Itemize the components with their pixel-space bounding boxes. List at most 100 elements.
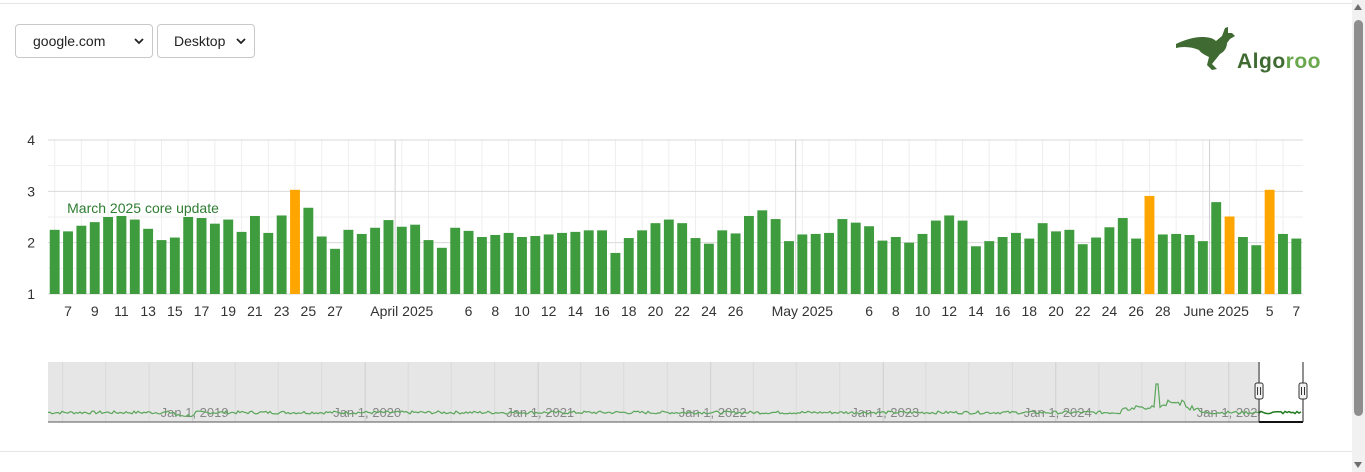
bar[interactable] (396, 226, 407, 294)
scroll-down-arrow[interactable] (1354, 462, 1362, 468)
navigator-chart[interactable]: Jan 1, 2019 Jan 1, 2020 Jan 1, 2021 Jan 1, … (0, 355, 1320, 430)
bar[interactable] (957, 220, 968, 294)
bar[interactable] (1291, 238, 1302, 294)
bar[interactable] (450, 227, 461, 294)
bar[interactable] (276, 215, 287, 294)
scroll-up-arrow[interactable] (1354, 4, 1362, 10)
bar[interactable] (864, 226, 875, 294)
bar[interactable] (890, 237, 901, 294)
bar[interactable] (1051, 231, 1061, 294)
bar[interactable] (169, 237, 180, 294)
bar-highlighted[interactable] (1224, 216, 1235, 294)
bar[interactable] (597, 230, 608, 294)
bar[interactable] (1077, 244, 1088, 294)
bar[interactable] (209, 223, 220, 294)
bar[interactable] (757, 210, 768, 294)
bar-highlighted[interactable] (1264, 189, 1275, 294)
bar[interactable] (330, 248, 340, 294)
bar[interactable] (944, 215, 955, 294)
bar[interactable] (1064, 229, 1075, 294)
bar[interactable] (1091, 237, 1101, 294)
bar[interactable] (103, 217, 114, 294)
bar[interactable] (703, 243, 714, 294)
bar[interactable] (356, 233, 367, 294)
bar[interactable] (196, 218, 207, 294)
bar[interactable] (76, 225, 87, 294)
device-select[interactable]: Desktop (157, 24, 255, 58)
bar[interactable] (850, 222, 861, 294)
bar[interactable] (476, 237, 487, 294)
bar[interactable] (784, 241, 794, 294)
bar[interactable] (1197, 241, 1208, 294)
bar[interactable] (1171, 233, 1182, 294)
bar[interactable] (129, 219, 140, 294)
algoroo-logo[interactable]: Algoroo (1172, 24, 1337, 76)
bar[interactable] (250, 215, 260, 294)
bar[interactable] (650, 223, 661, 294)
bar-series[interactable] (49, 189, 1302, 294)
bar[interactable] (1251, 245, 1262, 294)
bar[interactable] (1184, 234, 1195, 294)
bar[interactable] (1011, 232, 1021, 294)
bar[interactable] (410, 224, 421, 294)
bar[interactable] (303, 207, 314, 294)
bar[interactable] (383, 220, 394, 294)
page-scrollbar[interactable] (1352, 0, 1365, 472)
scroll-thumb[interactable] (1354, 20, 1363, 416)
bar[interactable] (1157, 234, 1168, 294)
bar[interactable] (1104, 227, 1115, 294)
bar[interactable] (223, 219, 234, 294)
bar[interactable] (877, 240, 888, 294)
bar[interactable] (1211, 202, 1222, 294)
bar[interactable] (436, 247, 447, 294)
bar[interactable] (557, 232, 567, 294)
bar[interactable] (997, 237, 1008, 294)
bar[interactable] (637, 230, 648, 294)
bar[interactable] (570, 231, 581, 294)
bar[interactable] (490, 234, 501, 294)
bar[interactable] (156, 240, 167, 294)
bar[interactable] (1037, 223, 1048, 294)
bar[interactable] (1278, 233, 1288, 294)
bar[interactable] (530, 235, 541, 294)
navigator-handle[interactable] (1298, 382, 1308, 400)
bar[interactable] (970, 246, 981, 294)
bar[interactable] (717, 230, 728, 294)
bar[interactable] (1117, 218, 1128, 294)
bar[interactable] (316, 236, 327, 294)
bar[interactable] (543, 234, 554, 294)
bar[interactable] (1131, 238, 1142, 294)
bar[interactable] (503, 232, 514, 294)
bar[interactable] (824, 232, 834, 294)
bar[interactable] (63, 231, 73, 294)
navigator-handle[interactable] (1254, 382, 1264, 400)
bar[interactable] (837, 219, 848, 294)
bar[interactable] (677, 223, 688, 294)
bar-highlighted[interactable] (1144, 195, 1155, 294)
bar[interactable] (1237, 237, 1248, 294)
bar[interactable] (904, 242, 915, 294)
bar[interactable] (810, 233, 821, 294)
bar[interactable] (183, 217, 194, 294)
bar[interactable] (116, 215, 127, 294)
bar[interactable] (984, 241, 995, 294)
bar[interactable] (370, 227, 381, 294)
site-select[interactable]: google.com (15, 24, 153, 58)
bar[interactable] (610, 252, 621, 294)
bar[interactable] (263, 232, 274, 294)
bar[interactable] (423, 240, 434, 294)
bar[interactable] (143, 228, 154, 294)
bar[interactable] (463, 230, 474, 294)
bar[interactable] (730, 233, 741, 294)
bar[interactable] (89, 222, 100, 294)
bar[interactable] (49, 229, 60, 294)
main-chart[interactable]: 1234 7 9 11 13 15 17 19 21 23 25 27 April 2025 6 8 10 1… (0, 120, 1320, 320)
bar[interactable] (236, 231, 247, 294)
bar[interactable] (343, 229, 354, 294)
bar[interactable] (917, 233, 928, 294)
bar[interactable] (583, 230, 594, 294)
bar[interactable] (743, 215, 754, 294)
bar[interactable] (690, 238, 701, 294)
bar-highlighted[interactable] (290, 189, 300, 294)
bar[interactable] (623, 238, 634, 294)
